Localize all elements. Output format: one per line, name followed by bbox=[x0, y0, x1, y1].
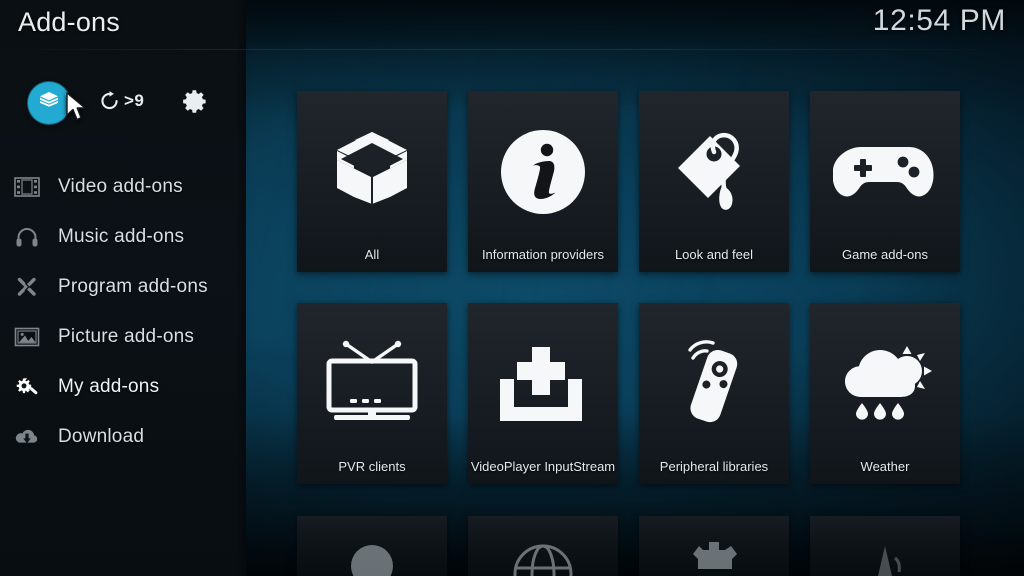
tile-label: Information providers bbox=[481, 247, 605, 262]
sidebar-item-label: Download bbox=[58, 426, 145, 447]
tile-label: Look and feel bbox=[674, 247, 754, 262]
subtitle-icon bbox=[810, 516, 960, 576]
tv-antenna-icon bbox=[297, 303, 447, 458]
sidebar-item-label: Program add-ons bbox=[58, 276, 208, 297]
crossed-tools-icon bbox=[12, 273, 42, 301]
tile-look-and-feel[interactable]: Look and feel bbox=[639, 91, 789, 272]
tile-weather[interactable]: Weather bbox=[810, 303, 960, 484]
update-count-badge: >9 bbox=[124, 91, 145, 110]
tile-row3-subtitle[interactable] bbox=[810, 516, 960, 576]
tile-label: PVR clients bbox=[338, 459, 406, 474]
tile-pvr-clients[interactable]: PVR clients bbox=[297, 303, 447, 484]
refresh-icon bbox=[101, 91, 118, 110]
tile-row3-person[interactable] bbox=[297, 516, 447, 576]
header-divider bbox=[0, 49, 1024, 50]
tile-peripheral-libraries[interactable]: Peripheral libraries bbox=[639, 303, 789, 484]
info-circle-icon bbox=[468, 91, 618, 246]
sidebar-item-music-add-ons[interactable]: Music add-ons bbox=[0, 212, 246, 262]
tile-all[interactable]: All bbox=[297, 91, 447, 272]
headphones-icon bbox=[12, 223, 42, 251]
tile-row3-gear[interactable] bbox=[639, 516, 789, 576]
price-tag-icon bbox=[639, 91, 789, 246]
gear-wrench-icon bbox=[12, 373, 42, 401]
tile-label: VideoPlayer InputStream bbox=[470, 459, 616, 474]
person-icon bbox=[297, 516, 447, 576]
tile-label: Peripheral libraries bbox=[659, 459, 769, 474]
remote-control-icon bbox=[639, 303, 789, 458]
refresh-button[interactable] bbox=[99, 90, 120, 117]
gamepad-icon bbox=[810, 91, 960, 246]
sidebar-item-label: Video add-ons bbox=[58, 176, 183, 197]
sidebar-item-program-add-ons[interactable]: Program add-ons bbox=[0, 262, 246, 312]
open-box-icon bbox=[297, 91, 447, 246]
sidebar-item-video-add-ons[interactable]: Video add-ons bbox=[0, 162, 246, 212]
tile-label: Game add-ons bbox=[842, 247, 928, 262]
cloud-sun-rain-icon bbox=[810, 303, 960, 458]
picture-icon bbox=[12, 323, 42, 351]
box-icon bbox=[37, 89, 61, 118]
addon-browser-button[interactable] bbox=[28, 82, 70, 124]
tray-plus-icon bbox=[468, 303, 618, 458]
globe-icon bbox=[468, 516, 618, 576]
page-title: Add-ons bbox=[18, 7, 120, 37]
tile-row3-globe[interactable] bbox=[468, 516, 618, 576]
tile-videoplayer-inputstream[interactable]: VideoPlayer InputStream bbox=[468, 303, 618, 484]
clock: 12:54 PM bbox=[872, 4, 1006, 37]
tile-label: Weather bbox=[860, 459, 910, 474]
settings-button[interactable] bbox=[182, 88, 209, 120]
cloud-download-icon bbox=[12, 423, 42, 451]
gear-icon bbox=[639, 516, 789, 576]
sidebar-item-label: Picture add-ons bbox=[58, 326, 195, 347]
gear-icon bbox=[183, 90, 206, 113]
sidebar-menu: Video add-ons Music add-ons Program add-… bbox=[0, 162, 246, 462]
sidebar-item-my-add-ons[interactable]: My add-ons bbox=[0, 362, 246, 412]
sidebar-item-label: My add-ons bbox=[58, 376, 160, 397]
sidebar-item-label: Music add-ons bbox=[58, 226, 185, 247]
tile-label: All bbox=[364, 247, 380, 262]
sidebar-item-download[interactable]: Download bbox=[0, 412, 246, 462]
tile-information-providers[interactable]: Information providers bbox=[468, 91, 618, 272]
kodi-addons-screen: Add-ons 12:54 PM >9 Video add-ons Music … bbox=[0, 0, 1024, 576]
sidebar-item-picture-add-ons[interactable]: Picture add-ons bbox=[0, 312, 246, 362]
film-strip-icon bbox=[12, 173, 42, 201]
tile-game-add-ons[interactable]: Game add-ons bbox=[810, 91, 960, 272]
